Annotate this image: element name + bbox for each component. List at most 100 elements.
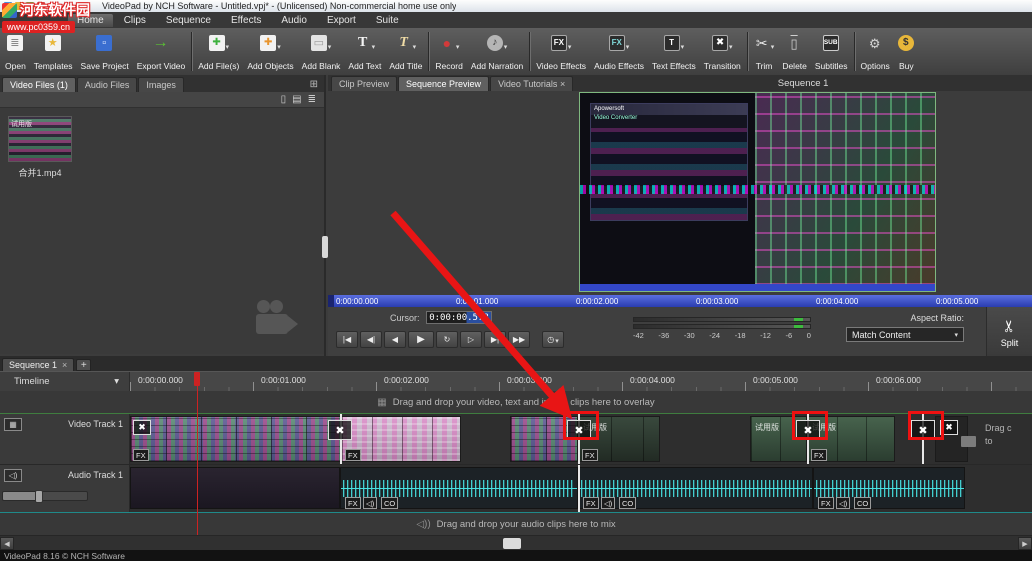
close-tab-icon[interactable]: ×	[62, 360, 67, 370]
bin-trash-icon[interactable]: ▯	[281, 94, 287, 105]
split-button[interactable]: ✂ Split	[986, 307, 1032, 356]
bin-list-icon[interactable]: ≣	[308, 94, 316, 105]
video-track-header[interactable]: ▦ Video Track 1	[0, 414, 130, 464]
step-forward-button[interactable]: ▷	[460, 331, 482, 348]
menu-home[interactable]: Home	[68, 14, 113, 27]
quick-undo-icon[interactable]	[26, 2, 34, 10]
link-badge[interactable]: CO	[619, 497, 636, 509]
audio-clip[interactable]	[130, 467, 340, 509]
link-badge[interactable]: CO	[854, 497, 871, 509]
timeline-scrollbar[interactable]: ◀ ▶	[0, 535, 1032, 550]
transition-x-icon[interactable]: ✖	[133, 420, 151, 435]
step-back-button[interactable]: ◀	[384, 331, 406, 348]
open-button[interactable]: ≣Open	[1, 30, 30, 73]
tab-sequence-1[interactable]: Sequence 1×	[2, 358, 74, 371]
export-video-button[interactable]: →Export Video	[133, 30, 190, 73]
speaker-icon[interactable]: ◁)	[4, 469, 22, 482]
fx-badge[interactable]: FX	[345, 497, 361, 509]
save-icon: ▫	[96, 35, 112, 51]
quick-save-icon[interactable]	[15, 2, 23, 10]
transition-x-icon[interactable]: ✖	[911, 420, 935, 440]
speaker-badge[interactable]: ◁)	[363, 497, 377, 509]
scissors-icon: ✂	[754, 35, 770, 51]
loop-button[interactable]: ↻	[436, 331, 458, 348]
tab-clip-preview[interactable]: Clip Preview	[331, 76, 397, 91]
fx-badge[interactable]: FX	[133, 449, 149, 461]
fx-badge[interactable]: FX	[345, 449, 361, 461]
transition-x-icon[interactable]: ✖	[567, 420, 591, 440]
scroll-right-button[interactable]: ▶	[1018, 537, 1032, 550]
bin-thumbnails-icon[interactable]: ▤	[292, 94, 301, 105]
add-title-button[interactable]: T▾Add Title	[385, 30, 426, 73]
add-objects-button[interactable]: ✚▾Add Objects	[243, 30, 297, 73]
options-button[interactable]: ⚙Options	[857, 30, 894, 73]
panel-splitter-handle[interactable]	[322, 236, 328, 258]
preview-panel: Clip Preview Sequence Preview Video Tuto…	[328, 75, 1032, 356]
timeline-mode-dropdown[interactable]: Timeline ▾	[0, 372, 130, 391]
scrollbar-thumb[interactable]	[503, 538, 521, 549]
subtitles-button[interactable]: SUBSubtitles	[811, 30, 852, 73]
statusbar: VideoPad 8.16 © NCH Software	[0, 550, 1032, 561]
fx-badge[interactable]: FX	[811, 449, 827, 461]
menu-clips[interactable]: Clips	[115, 14, 155, 27]
fx-badge[interactable]: FX	[582, 449, 598, 461]
media-clip-thumbnail[interactable]: 试用版	[8, 116, 72, 162]
aspect-ratio-select[interactable]: Match Content ▾	[846, 327, 964, 342]
delete-button[interactable]: ▯Delete	[778, 30, 811, 73]
menu-sequence[interactable]: Sequence	[157, 14, 220, 27]
go-to-end-button[interactable]: ▶▶	[508, 331, 530, 348]
quick-redo-icon[interactable]	[37, 2, 45, 10]
add-blank-button[interactable]: ▭▾Add Blank	[298, 30, 345, 73]
audio-track-header[interactable]: ◁) Audio Track 1	[0, 465, 130, 512]
templates-button[interactable]: ★Templates	[30, 30, 77, 73]
volume-slider-handle[interactable]	[35, 490, 43, 503]
menu-suite[interactable]: Suite	[367, 14, 408, 27]
transition-x-icon[interactable]: ✖	[796, 420, 820, 440]
tab-video-files[interactable]: Video Files (1)	[2, 77, 76, 92]
text-effects-button[interactable]: T▾Text Effects	[648, 30, 700, 73]
scroll-left-button[interactable]: ◀	[0, 537, 14, 550]
menu-audio[interactable]: Audio	[272, 14, 316, 27]
go-to-start-button[interactable]: |◀	[336, 331, 358, 348]
trim-button[interactable]: ✂▾Trim	[750, 30, 779, 73]
audio-drop-zone[interactable]: ◁)) Drag and drop your audio clips here …	[0, 513, 1032, 535]
close-tab-icon[interactable]: ×	[560, 79, 565, 89]
play-button[interactable]: ▶	[408, 331, 434, 348]
add-text-button[interactable]: T▾Add Text	[344, 30, 385, 73]
buy-button[interactable]: $Buy	[894, 30, 919, 73]
speaker-badge[interactable]: ◁)	[601, 497, 615, 509]
next-frame-button[interactable]: ▶|	[484, 331, 506, 348]
menu-effects[interactable]: Effects	[222, 14, 270, 27]
transition-x-icon[interactable]: ✖	[940, 420, 958, 435]
fx-badge[interactable]: FX	[583, 497, 599, 509]
preview-scrub-bar[interactable]: 0:00:00.000 0:00:01.000 0:00:02.000 0:00…	[328, 295, 1032, 307]
transition-button[interactable]: ✖▾Transition	[700, 30, 745, 73]
volume-slider[interactable]	[2, 491, 88, 501]
tab-images[interactable]: Images	[138, 77, 184, 92]
video-clip[interactable]	[130, 416, 341, 462]
video-track-icon[interactable]: ▦	[4, 418, 22, 431]
menu-export[interactable]: Export	[318, 14, 365, 27]
previous-frame-button[interactable]: ◀|	[360, 331, 382, 348]
blank-clip-icon: ▭	[311, 35, 327, 51]
panel-grid-icon[interactable]: ⊞	[306, 79, 322, 92]
overlay-drop-zone[interactable]: ▦ Drag and drop your video, text and ima…	[0, 391, 1032, 413]
link-badge[interactable]: CO	[381, 497, 398, 509]
add-files-button[interactable]: ✚▾Add File(s)	[194, 30, 243, 73]
playhead-marker[interactable]	[194, 372, 200, 386]
playback-speed-button[interactable]: ◷▾	[542, 331, 564, 348]
transition-x-icon[interactable]: ✖	[328, 420, 352, 440]
cursor-time-field[interactable]: 0:00:00.578	[426, 311, 492, 324]
timeline-ruler[interactable]: 0:00:00.000 0:00:01.000 0:00:02.000 0:00…	[130, 372, 1032, 391]
tab-video-tutorials[interactable]: Video Tutorials ×	[490, 76, 573, 91]
tab-audio-files[interactable]: Audio Files	[77, 77, 138, 92]
video-effects-button[interactable]: FX▾Video Effects	[532, 30, 590, 73]
tab-sequence-preview[interactable]: Sequence Preview	[398, 76, 489, 91]
audio-effects-button[interactable]: FX▾Audio Effects	[590, 30, 648, 73]
speaker-badge[interactable]: ◁)	[836, 497, 850, 509]
add-narration-button[interactable]: ♪▾Add Narration	[467, 30, 527, 73]
fx-badge[interactable]: FX	[818, 497, 834, 509]
save-project-button[interactable]: ▫Save Project	[77, 30, 133, 73]
record-button[interactable]: ●▾Record	[431, 30, 466, 73]
add-sequence-button[interactable]: +	[76, 359, 91, 371]
